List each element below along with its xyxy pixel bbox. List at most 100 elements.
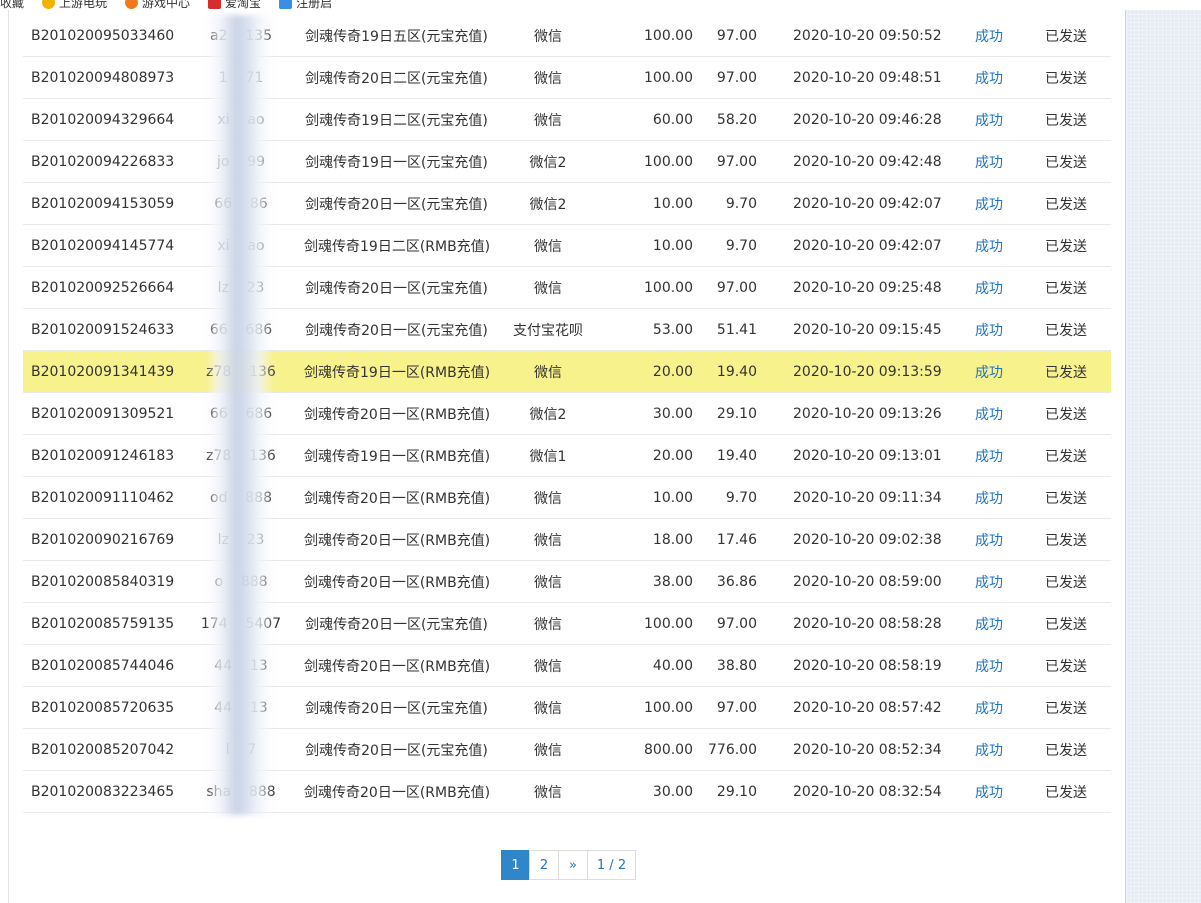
actual-amount-cell: 97.00 bbox=[693, 686, 757, 729]
payment-method-cell: 微信1 bbox=[489, 434, 607, 477]
status-link[interactable]: 成功 bbox=[957, 476, 1021, 519]
bookmarks-bar: 收藏 上游电玩 游戏中心 爱淘宝 注册启 bbox=[0, 0, 1201, 10]
table-row: B201020090216769 lz 23 剑魂传奇20日一区(RMB充值) 微信 1… bbox=[23, 518, 1111, 561]
username-cell: o 888 bbox=[178, 560, 304, 603]
table-row: B201020085759135 174 5407 剑魂传奇20日一区(元宝充值) 微… bbox=[23, 602, 1111, 645]
status-link[interactable]: 成功 bbox=[957, 266, 1021, 309]
status-link[interactable]: 成功 bbox=[957, 434, 1021, 477]
order-id-cell: B201020085840319 bbox=[23, 560, 178, 603]
status-link[interactable]: 成功 bbox=[957, 308, 1021, 351]
order-id-cell: B201020091110462 bbox=[23, 476, 178, 519]
orders-table-container: B201020095033460 a2 135 剑魂传奇19日五区(元宝充值) 微信 1… bbox=[23, 15, 1111, 813]
order-id-cell: B201020090216769 bbox=[23, 518, 178, 561]
delivery-status-cell: 已发送 bbox=[1021, 476, 1111, 519]
server-cell: 剑魂传奇20日一区(元宝充值) bbox=[304, 728, 489, 771]
amount-cell: 100.00 bbox=[607, 266, 693, 309]
status-link[interactable]: 成功 bbox=[957, 518, 1021, 561]
status-link[interactable]: 成功 bbox=[957, 392, 1021, 435]
actual-amount-cell: 776.00 bbox=[693, 728, 757, 771]
payment-method-cell: 微信 bbox=[489, 476, 607, 519]
amount-cell: 10.00 bbox=[607, 476, 693, 519]
server-cell: 剑魂传奇20日一区(元宝充值) bbox=[304, 308, 489, 351]
payment-method-cell: 微信 bbox=[489, 350, 607, 393]
order-time-cell: 2020-10-20 09:11:34 bbox=[757, 476, 957, 519]
bookmark-label: 爱淘宝 bbox=[225, 0, 262, 10]
actual-amount-cell: 97.00 bbox=[693, 140, 757, 183]
status-link[interactable]: 成功 bbox=[957, 644, 1021, 687]
amount-cell: 53.00 bbox=[607, 308, 693, 351]
status-link[interactable]: 成功 bbox=[957, 224, 1021, 267]
actual-amount-cell: 29.10 bbox=[693, 392, 757, 435]
order-time-cell: 2020-10-20 09:15:45 bbox=[757, 308, 957, 351]
bookmark-label: 收藏 bbox=[0, 0, 25, 10]
username-cell: 44 13 bbox=[178, 644, 304, 687]
table-row: B201020091110462 od 888 剑魂传奇20日一区(RMB充值) 微信… bbox=[23, 476, 1111, 519]
status-link[interactable]: 成功 bbox=[957, 350, 1021, 393]
payment-method-cell: 微信 bbox=[489, 266, 607, 309]
page-2-button[interactable]: 2 bbox=[529, 850, 559, 880]
amount-cell: 20.00 bbox=[607, 434, 693, 477]
table-row: B201020091524633 66 686 剑魂传奇20日一区(元宝充值) 支付宝… bbox=[23, 308, 1111, 351]
order-id-cell: B201020085720635 bbox=[23, 686, 178, 729]
status-link[interactable]: 成功 bbox=[957, 728, 1021, 771]
bookmark-item[interactable]: 注册启 bbox=[279, 0, 332, 10]
username-cell: 66 86 bbox=[178, 182, 304, 225]
payment-method-cell: 微信 bbox=[489, 644, 607, 687]
table-row: B201020091341439 z78 136 剑魂传奇19日一区(RMB充值) 微… bbox=[23, 350, 1111, 393]
payment-method-cell: 微信2 bbox=[489, 140, 607, 183]
pagination: 1 2 » 1 / 2 bbox=[501, 850, 636, 880]
page-1-button[interactable]: 1 bbox=[501, 850, 530, 880]
delivery-status-cell: 已发送 bbox=[1021, 728, 1111, 771]
actual-amount-cell: 9.70 bbox=[693, 224, 757, 267]
bookmark-item[interactable]: 游戏中心 bbox=[125, 0, 190, 10]
delivery-status-cell: 已发送 bbox=[1021, 266, 1111, 309]
table-row: B201020091309521 66 686 剑魂传奇20日一区(RMB充值) 微信… bbox=[23, 392, 1111, 435]
status-link[interactable]: 成功 bbox=[957, 560, 1021, 603]
server-cell: 剑魂传奇20日一区(RMB充值) bbox=[304, 644, 489, 687]
delivery-status-cell: 已发送 bbox=[1021, 434, 1111, 477]
order-time-cell: 2020-10-20 09:48:51 bbox=[757, 56, 957, 99]
status-link[interactable]: 成功 bbox=[957, 770, 1021, 813]
delivery-status-cell: 已发送 bbox=[1021, 224, 1111, 267]
order-time-cell: 2020-10-20 09:02:38 bbox=[757, 518, 957, 561]
payment-method-cell: 微信 bbox=[489, 686, 607, 729]
status-link[interactable]: 成功 bbox=[957, 686, 1021, 729]
order-id-cell: B201020091246183 bbox=[23, 434, 178, 477]
actual-amount-cell: 97.00 bbox=[693, 602, 757, 645]
payment-method-cell: 微信 bbox=[489, 602, 607, 645]
bookmark-item[interactable]: 爱淘宝 bbox=[208, 0, 261, 10]
order-time-cell: 2020-10-20 09:42:48 bbox=[757, 140, 957, 183]
table-row: B201020092526664 lz 23 剑魂传奇20日一区(元宝充值) 微信 10… bbox=[23, 266, 1111, 309]
actual-amount-cell: 97.00 bbox=[693, 266, 757, 309]
order-time-cell: 2020-10-20 09:50:52 bbox=[757, 15, 957, 57]
table-row: B201020085207042 l 7 剑魂传奇20日一区(元宝充值) 微信 800.… bbox=[23, 728, 1111, 771]
status-link[interactable]: 成功 bbox=[957, 56, 1021, 99]
username-cell: a2 135 bbox=[178, 15, 304, 57]
actual-amount-cell: 19.40 bbox=[693, 350, 757, 393]
status-link[interactable]: 成功 bbox=[957, 602, 1021, 645]
username-cell: xi ao bbox=[178, 224, 304, 267]
actual-amount-cell: 17.46 bbox=[693, 518, 757, 561]
server-cell: 剑魂传奇19日五区(元宝充值) bbox=[304, 15, 489, 57]
orange-arrow-icon bbox=[125, 0, 139, 9]
payment-method-cell: 微信 bbox=[489, 560, 607, 603]
status-link[interactable]: 成功 bbox=[957, 140, 1021, 183]
amount-cell: 800.00 bbox=[607, 728, 693, 771]
bookmark-item[interactable]: 收藏 bbox=[0, 0, 24, 10]
bookmark-item[interactable]: 上游电玩 bbox=[42, 0, 107, 10]
amount-cell: 100.00 bbox=[607, 686, 693, 729]
delivery-status-cell: 已发送 bbox=[1021, 182, 1111, 225]
delivery-status-cell: 已发送 bbox=[1021, 98, 1111, 141]
table-row: B201020094808973 1 71 剑魂传奇20日二区(元宝充值) 微信 100… bbox=[23, 56, 1111, 99]
actual-amount-cell: 9.70 bbox=[693, 476, 757, 519]
status-link[interactable]: 成功 bbox=[957, 182, 1021, 225]
server-cell: 剑魂传奇20日一区(元宝充值) bbox=[304, 182, 489, 225]
amount-cell: 38.00 bbox=[607, 560, 693, 603]
status-link[interactable]: 成功 bbox=[957, 15, 1021, 57]
amount-cell: 100.00 bbox=[607, 56, 693, 99]
status-link[interactable]: 成功 bbox=[957, 98, 1021, 141]
username-cell: od 888 bbox=[178, 476, 304, 519]
order-id-cell: B201020091309521 bbox=[23, 392, 178, 435]
order-time-cell: 2020-10-20 09:42:07 bbox=[757, 224, 957, 267]
next-page-button[interactable]: » bbox=[558, 850, 588, 880]
